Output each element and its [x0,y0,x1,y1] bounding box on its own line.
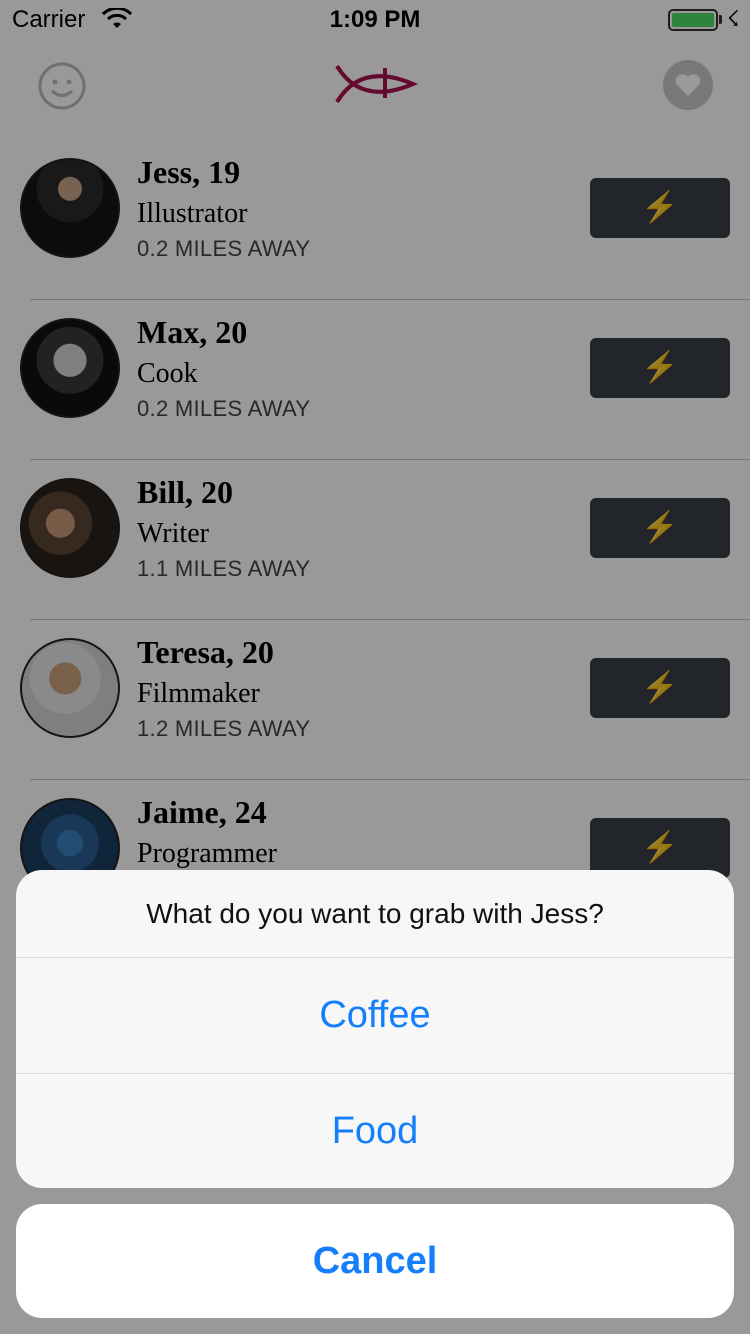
option-coffee-button[interactable]: Coffee [16,958,734,1073]
action-sheet-title: What do you want to grab with Jess? [16,870,734,958]
cancel-button[interactable]: Cancel [16,1204,734,1318]
action-sheet: What do you want to grab with Jess? Coff… [16,870,734,1188]
option-food-button[interactable]: Food [16,1073,734,1188]
